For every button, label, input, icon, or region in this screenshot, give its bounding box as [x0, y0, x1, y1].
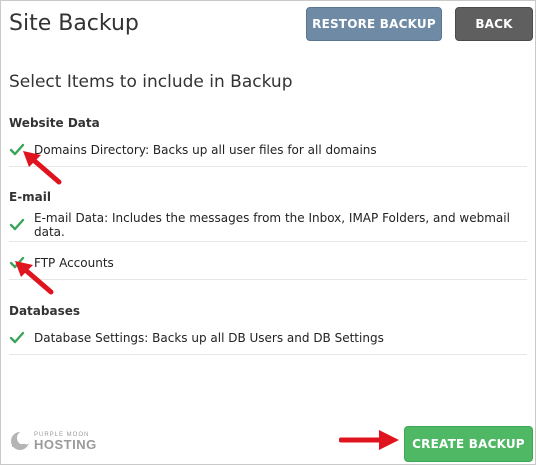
option-label: Database Settings: Backs up all DB Users… [34, 330, 384, 345]
create-backup-button[interactable]: CREATE BACKUP [404, 426, 533, 462]
section-databases: Databases [9, 304, 81, 318]
logo-big-text: HOSTING [34, 436, 97, 452]
company-logo: PURPLE MOON HOSTING [9, 430, 97, 452]
red-arrow-icon [339, 430, 399, 450]
red-arrow-icon [15, 261, 54, 295]
checkmark-icon[interactable] [9, 330, 25, 346]
checkmark-icon[interactable] [9, 217, 25, 233]
option-ftp-accounts[interactable]: FTP Accounts [9, 246, 527, 280]
back-button[interactable]: BACK [455, 7, 533, 41]
option-database-settings[interactable]: Database Settings: Backs up all DB Users… [9, 321, 527, 355]
section-email: E-mail [9, 190, 52, 204]
moon-logo-icon [11, 431, 31, 450]
section-website-data: Website Data [9, 116, 100, 130]
option-email-data[interactable]: E-mail Data: Includes the messages from … [9, 208, 527, 242]
option-domains-directory[interactable]: Domains Directory: Backs up all user fil… [9, 133, 527, 167]
page-title: Site Backup [9, 11, 139, 36]
section-heading: Select Items to include in Backup [9, 72, 293, 92]
restore-backup-button[interactable]: RESTORE BACKUP [306, 7, 442, 41]
option-label: E-mail Data: Includes the messages from … [34, 210, 510, 239]
option-label: Domains Directory: Backs up all user fil… [34, 142, 377, 157]
red-arrow-icon [23, 151, 62, 185]
